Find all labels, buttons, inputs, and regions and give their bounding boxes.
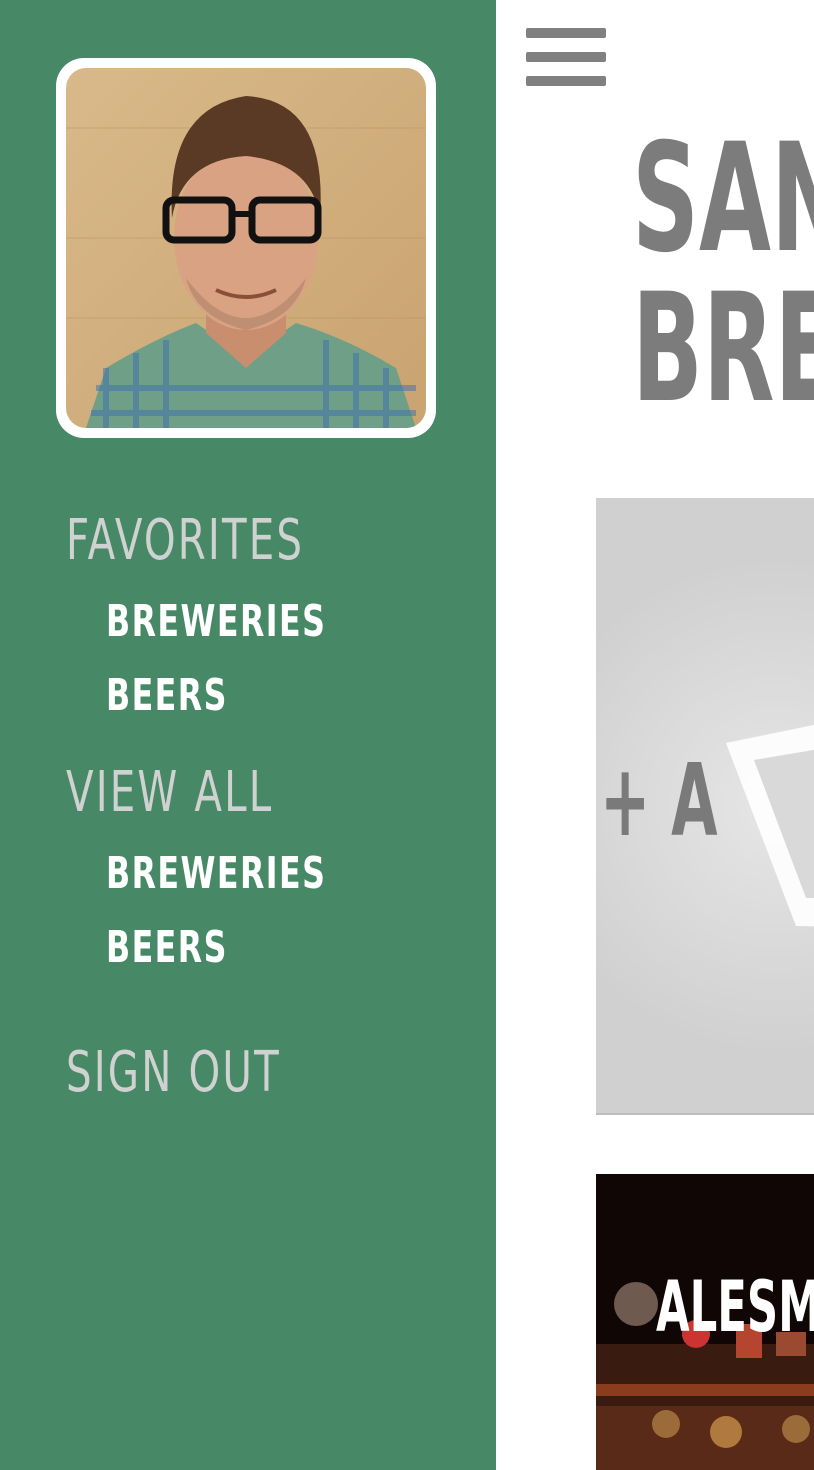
nav-heading-view-all: VIEW ALL: [66, 760, 274, 825]
sign-out-link[interactable]: SIGN OUT: [66, 1040, 281, 1105]
nav-item-favorite-beers[interactable]: BEERS: [106, 670, 228, 721]
page-title-line1: SAN: [632, 112, 814, 286]
profile-photo: [66, 68, 426, 428]
hamburger-menu-icon[interactable]: [526, 28, 606, 92]
profile-avatar[interactable]: [56, 58, 436, 438]
add-card-label[interactable]: + A: [600, 742, 718, 859]
navigation-drawer: FAVORITES BREWERIES BEERS VIEW ALL BREWE…: [0, 0, 496, 1470]
nav-item-all-beers[interactable]: BEERS: [106, 922, 228, 973]
nav-item-favorite-breweries[interactable]: BREWERIES: [106, 596, 326, 647]
brewery-card-name: ALESMI: [656, 1266, 814, 1348]
nav-heading-favorites: FAVORITES: [66, 508, 305, 573]
page-title: SAN BRE: [632, 124, 814, 424]
brewery-card[interactable]: ALESMI: [596, 1174, 814, 1470]
page-title-line2: BRE: [632, 262, 814, 436]
main-content: SAN BRE + A ALESMI: [496, 0, 814, 1470]
nav-item-all-breweries[interactable]: BREWERIES: [106, 848, 326, 899]
